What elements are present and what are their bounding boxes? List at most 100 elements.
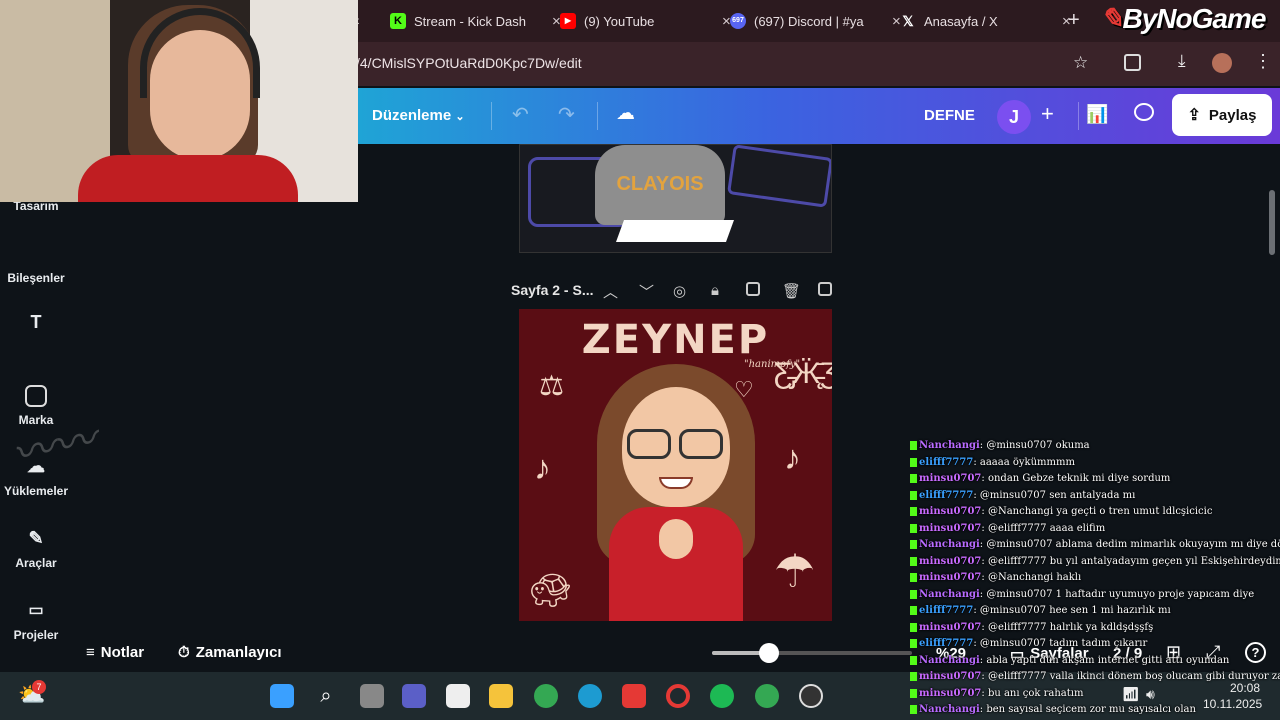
pencil-logo-icon: ✎ [1100, 3, 1123, 34]
timer-label: Zamanlayıcı [195, 644, 282, 661]
kick-badge-icon [910, 540, 917, 549]
kick-badge-icon [910, 523, 917, 533]
tab-kick[interactable]: K Stream - Kick Dash × [380, 6, 571, 36]
chat-text: @minsu0707 ablama dedim mimarlık okuyayı… [986, 539, 1280, 550]
vertical-scrollbar[interactable] [1269, 190, 1275, 255]
zoom-slider-thumb[interactable] [759, 643, 779, 663]
user-avatar[interactable]: J [997, 100, 1031, 134]
windows-start-icon[interactable] [270, 684, 294, 708]
kick-badge-icon [910, 705, 917, 714]
undo-icon[interactable]: ↶ [512, 102, 529, 127]
chat-text: @minsu0707 hee sen 1 mi hazırlık mı [979, 605, 1171, 616]
brand-icon [25, 385, 47, 407]
kick-badge-icon [910, 622, 917, 632]
kick-badge-icon [910, 672, 917, 681]
notes-button[interactable]: ≡ Notlar [86, 644, 144, 661]
new-tab-button[interactable]: + [1068, 9, 1080, 32]
comment-icon[interactable] [1134, 103, 1154, 121]
chat-username[interactable]: Nanchangi [919, 704, 980, 715]
download-icon[interactable]: ⤓ [1178, 51, 1186, 71]
insights-chart-icon[interactable]: 📊 [1086, 104, 1108, 125]
chat-username[interactable]: minsu0707 [919, 688, 981, 699]
chrome-profile-icon[interactable] [755, 684, 779, 708]
canvas-page-2[interactable]: ZEYNEP "hanimofy" ♪ ♪ ♡ ⚖ Ƹ̵̡Ӝ̵̨̄Ʒ ☂ 🐢︎ [519, 309, 832, 621]
add-page-icon[interactable] [818, 282, 832, 296]
extensions-icon[interactable] [1124, 54, 1141, 71]
chevron-up-icon[interactable]: ︿ [603, 281, 618, 302]
butterfly-icon: Ƹ̵̡Ӝ̵̨̄Ʒ [774, 357, 832, 390]
chat-text: ondan Gebze teknik mi diye sordum [987, 473, 1171, 484]
chat-username[interactable]: Nanchangi [919, 655, 980, 666]
teams-icon[interactable] [402, 684, 426, 708]
chrome-icon[interactable] [534, 684, 558, 708]
chat-username[interactable]: Nanchangi [919, 589, 980, 600]
obs-icon[interactable] [799, 684, 823, 708]
star-bookmark-icon[interactable]: ☆ [1073, 53, 1088, 73]
share-button[interactable]: ⇪ Paylaş [1172, 94, 1272, 136]
tab-discord[interactable]: 697 (697) Discord | #ya × [720, 6, 911, 36]
chat-username[interactable]: minsu0707 [919, 556, 981, 567]
chat-username[interactable]: minsu0707 [919, 506, 981, 517]
chat-username[interactable]: minsu0707 [919, 523, 981, 534]
kick-badge-icon [910, 441, 917, 450]
tab-youtube[interactable]: ▶ (9) YouTube × [550, 6, 741, 36]
chat-username[interactable]: elifff7777 [919, 457, 973, 468]
chat-text: @Nanchangi ya geçti o tren umut ldlcşici… [987, 506, 1213, 517]
duplicate-icon[interactable] [746, 282, 760, 296]
timer-button[interactable]: ⏱︎ Zamanlayıcı [178, 644, 282, 661]
pen-icon: ✎ [28, 528, 44, 548]
kick-badge-icon [910, 573, 917, 582]
chat-username[interactable]: minsu0707 [919, 671, 981, 682]
chat-text: @elifff7777 halrlık ya kdldşdşşfş [987, 621, 1154, 633]
chat-username[interactable]: Nanchangi [919, 440, 980, 451]
url-field[interactable]: /4/CMislSYPOtUaRdD0Kpc7Dw/edit [356, 55, 582, 71]
redo-icon[interactable]: ↷ [558, 102, 575, 127]
edit-menu[interactable]: Düzenleme ⌄ [372, 107, 465, 124]
shirt-drawing: CLAYOIS [595, 145, 725, 225]
lock-icon[interactable]: 🔒︎ [711, 282, 719, 299]
chat-username[interactable]: minsu0707 [919, 473, 981, 484]
kick-badge-icon [910, 490, 917, 500]
umbrella-icon: ☂ [774, 545, 816, 597]
sidebar-item-projects[interactable]: ▭ Projeler [0, 600, 72, 642]
x-icon: 𝕏 [902, 13, 914, 29]
cloud-saved-icon[interactable]: ☁ [616, 102, 635, 125]
explorer-icon[interactable] [489, 684, 513, 708]
spotify-icon[interactable] [710, 684, 734, 708]
browser-menu-icon[interactable]: ⋮ [1254, 51, 1272, 72]
chat-username[interactable]: elifff7777 [919, 605, 973, 616]
task-view-icon[interactable] [360, 684, 384, 708]
chat-username[interactable]: Nanchangi [919, 539, 980, 550]
canvas-page-1[interactable]: CLAYOIS [519, 144, 832, 253]
trash-icon[interactable]: 🗑︎ [782, 282, 801, 300]
invite-plus-icon[interactable]: + [1041, 101, 1054, 127]
webcam-person-shirt [78, 155, 298, 202]
chat-username[interactable]: minsu0707 [919, 572, 981, 583]
chat-text: @Nanchangi haklı [987, 572, 1082, 583]
sidebar-item-text[interactable]: T [0, 312, 72, 340]
chat-username[interactable]: elifff7777 [919, 490, 973, 501]
search-icon[interactable]: ⌕ [314, 684, 338, 708]
keyboard-drawing [727, 145, 831, 208]
chat-username[interactable]: elifff7777 [919, 638, 973, 649]
chat-text: @elifff7777 aaaa elifim [987, 522, 1106, 534]
folder-icon: ▭ [28, 602, 44, 619]
sidebar-item-tools[interactable]: ✎ Araçlar [0, 528, 72, 570]
tab-x[interactable]: 𝕏 Anasayfa / X × [890, 6, 1081, 36]
kick-icon: K [390, 13, 406, 29]
profile-avatar[interactable] [1212, 53, 1232, 73]
media-player-icon[interactable] [622, 684, 646, 708]
edge-icon[interactable] [578, 684, 602, 708]
sidebar-item-label: Bileşenler [7, 271, 65, 285]
opera-icon[interactable] [666, 684, 690, 708]
kick-badge-icon [910, 589, 917, 599]
hide-eye-icon[interactable]: ◎ [673, 282, 686, 300]
chevron-down-icon[interactable]: ﹀ [639, 281, 654, 302]
chat-text: bu anı çok rahatım [987, 687, 1084, 699]
page-title[interactable]: Sayfa 2 - S... [511, 282, 593, 298]
tab-label: Stream - Kick Dash [414, 13, 526, 29]
chat-message: elifff7777: @minsu0707 tadım tadım çıkar… [910, 636, 1280, 653]
chat-username[interactable]: minsu0707 [919, 622, 981, 633]
sidebar-item-elements[interactable]: Bileşenler [0, 271, 72, 285]
store-icon[interactable] [446, 684, 470, 708]
